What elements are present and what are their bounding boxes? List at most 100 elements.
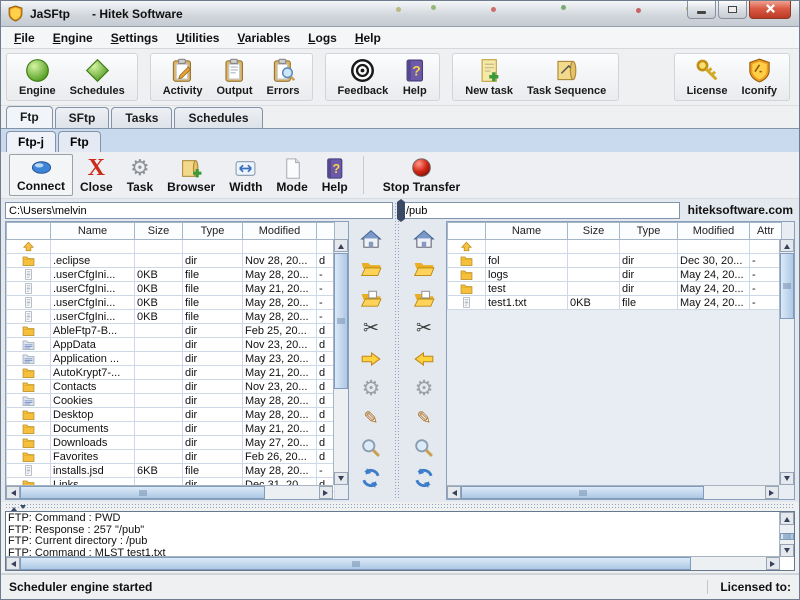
transfer-right-button-left[interactable] <box>357 347 385 371</box>
menu-utilities[interactable]: Utilities <box>167 29 228 47</box>
file-row[interactable]: DesktopdirMay 28, 20...d <box>7 408 335 422</box>
connect-button[interactable]: Connect <box>9 154 73 196</box>
iconify-button[interactable]: Iconify <box>735 56 784 98</box>
home-button-right[interactable] <box>410 227 438 251</box>
subtab-ftp-j[interactable]: Ftp-j <box>6 131 56 152</box>
tab-sftp[interactable]: SFtp <box>55 107 110 128</box>
file-row[interactable]: CookiesdirMay 28, 20...d <box>7 394 335 408</box>
menu-settings[interactable]: Settings <box>102 29 167 47</box>
refresh-button-right[interactable] <box>410 466 438 490</box>
browser-button[interactable]: Browser <box>160 154 222 196</box>
close-button[interactable]: XClose <box>73 154 120 196</box>
remote-vertical-scrollbar[interactable] <box>779 239 794 485</box>
new-folder-button-right[interactable] <box>410 287 438 311</box>
menu-engine[interactable]: Engine <box>44 29 102 47</box>
file-row[interactable]: .userCfgIni...0KBfileMay 28, 20...- <box>7 310 335 324</box>
file-row[interactable]: test1.txt0KBfileMay 24, 20...- <box>448 296 782 310</box>
scroll-up-button[interactable] <box>780 512 794 525</box>
menu-logs[interactable]: Logs <box>299 29 346 47</box>
file-row[interactable]: installs.jsd6KBfileMay 28, 20...- <box>7 464 335 478</box>
tab-schedules[interactable]: Schedules <box>174 107 262 128</box>
open-folder-button-left[interactable] <box>357 257 385 281</box>
scroll-up-button[interactable] <box>780 239 794 252</box>
view-magnifier-button-right[interactable] <box>410 436 438 460</box>
subtab-ftp[interactable]: Ftp <box>58 131 101 152</box>
cut-button-left[interactable]: ✂ <box>357 317 385 341</box>
tab-tasks[interactable]: Tasks <box>111 107 172 128</box>
log-vertical-scrollbar[interactable] <box>779 512 794 557</box>
task-sequence-button[interactable]: Task Sequence <box>520 56 613 98</box>
help-button[interactable]: ?Help <box>395 56 434 98</box>
file-row[interactable]: testdirMay 24, 20...- <box>448 282 782 296</box>
file-row[interactable]: DownloadsdirMay 27, 20...d <box>7 436 335 450</box>
file-row[interactable]: AbleFtp7-B...dirFeb 25, 20...d <box>7 324 335 338</box>
errors-button[interactable]: Errors <box>260 56 307 98</box>
menu-variables[interactable]: Variables <box>228 29 299 47</box>
file-row[interactable]: Application ...dirMay 23, 20...d <box>7 352 335 366</box>
task-button[interactable]: ⚙Task <box>120 154 160 196</box>
transfer-left-button-right[interactable] <box>410 347 438 371</box>
pane-splitter[interactable] <box>394 202 401 500</box>
local-vertical-scrollbar[interactable] <box>333 239 348 485</box>
collapse-right-icon[interactable] <box>401 199 408 222</box>
schedules-button[interactable]: Schedules <box>63 56 132 98</box>
scroll-left-button[interactable] <box>447 486 461 499</box>
activity-button[interactable]: Activity <box>156 56 210 98</box>
menu-file[interactable]: File <box>5 29 44 47</box>
output-button[interactable]: Output <box>209 56 259 98</box>
table-header[interactable]: NameSizeTypeModified <box>7 223 335 240</box>
file-row[interactable]: .eclipsedirNov 28, 20...d <box>7 254 335 268</box>
view-magnifier-button-left[interactable] <box>357 436 385 460</box>
file-row[interactable]: .userCfgIni...0KBfileMay 21, 20...- <box>7 282 335 296</box>
settings-gear-button-right[interactable]: ⚙ <box>410 376 438 400</box>
open-folder-button-right[interactable] <box>410 257 438 281</box>
settings-gear-button-left[interactable]: ⚙ <box>357 376 385 400</box>
file-row[interactable]: FavoritesdirFeb 26, 20...d <box>7 450 335 464</box>
scroll-down-button[interactable] <box>780 544 794 557</box>
local-path-field[interactable] <box>5 202 393 219</box>
refresh-button-left[interactable] <box>357 466 385 490</box>
menu-help[interactable]: Help <box>346 29 390 47</box>
file-row[interactable]: .userCfgIni...0KBfileMay 28, 20...- <box>7 296 335 310</box>
file-row[interactable]: ContactsdirNov 23, 20...d <box>7 380 335 394</box>
collapse-left-icon[interactable] <box>394 199 401 222</box>
close-button[interactable] <box>749 1 791 19</box>
feedback-button[interactable]: Feedback <box>331 56 396 98</box>
remote-path-field[interactable] <box>402 202 680 219</box>
scroll-right-button[interactable] <box>765 486 779 499</box>
rename-pencil-button-left[interactable]: ✎ <box>357 406 385 430</box>
file-row[interactable]: AppDatadirNov 23, 20...d <box>7 338 335 352</box>
titlebar[interactable]: JaSFtp- Hitek Software <box>1 1 799 27</box>
width-button[interactable]: Width <box>222 154 269 196</box>
new-folder-button-left[interactable] <box>357 287 385 311</box>
scroll-down-button[interactable] <box>334 472 348 485</box>
new-task-button[interactable]: New task <box>458 56 520 98</box>
file-row[interactable]: logsdirMay 24, 20...- <box>448 268 782 282</box>
stop-transfer-button[interactable]: Stop Transfer <box>376 154 467 196</box>
scroll-left-button[interactable] <box>6 557 20 570</box>
minimize-button[interactable] <box>687 1 716 19</box>
scroll-down-button[interactable] <box>780 472 794 485</box>
file-row[interactable]: AutoKrypt7-...dirMay 21, 20...d <box>7 366 335 380</box>
scroll-right-button[interactable] <box>319 486 333 499</box>
collapse-up-icon[interactable] <box>11 504 17 511</box>
license-button[interactable]: License <box>680 56 735 98</box>
file-row[interactable]: .userCfgIni...0KBfileMay 28, 20...- <box>7 268 335 282</box>
file-row[interactable]: foldirDec 30, 20...- <box>448 254 782 268</box>
parent-dir-row[interactable] <box>7 240 335 254</box>
log-splitter[interactable] <box>5 503 795 510</box>
rename-pencil-button-right[interactable]: ✎ <box>410 406 438 430</box>
mode-button[interactable]: Mode <box>269 154 314 196</box>
help-button[interactable]: ?Help <box>315 154 355 196</box>
engine-button[interactable]: Engine <box>12 56 63 98</box>
tab-ftp[interactable]: Ftp <box>6 106 53 128</box>
maximize-button[interactable] <box>718 1 747 19</box>
file-row[interactable]: DocumentsdirMay 21, 20...d <box>7 422 335 436</box>
parent-dir-row[interactable] <box>448 240 782 254</box>
scroll-left-button[interactable] <box>6 486 20 499</box>
table-header[interactable]: NameSizeTypeModifiedAttr <box>448 223 782 240</box>
scroll-right-button[interactable] <box>766 557 780 570</box>
log-horizontal-scrollbar[interactable] <box>6 556 780 570</box>
local-horizontal-scrollbar[interactable] <box>6 485 333 499</box>
scroll-up-button[interactable] <box>334 239 348 252</box>
